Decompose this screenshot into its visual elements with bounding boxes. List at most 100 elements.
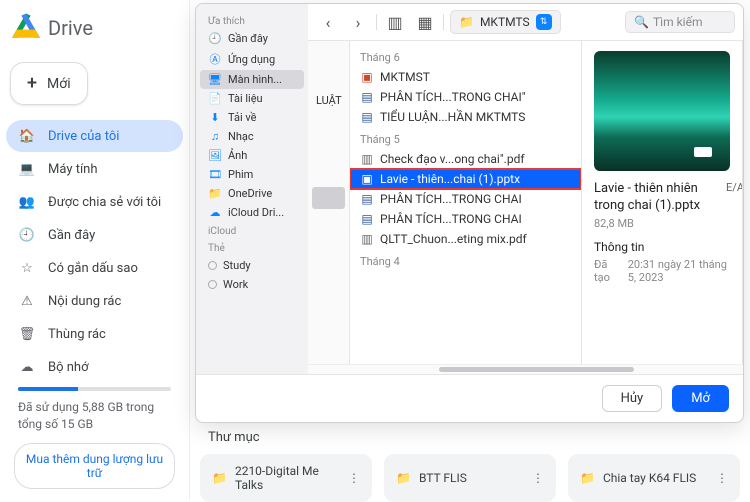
preview-created-value: 20:31 ngày 21 tháng 5, 2023 bbox=[628, 258, 730, 284]
file-name: Check đạo v...ong chai".pdf bbox=[380, 152, 525, 166]
trash-icon: 🗑 bbox=[18, 325, 36, 343]
column-1[interactable]: LUẬT bbox=[308, 41, 350, 364]
dialog-footer: Hủy Mở ↑ bbox=[196, 374, 743, 422]
horizontal-scrollbar[interactable] bbox=[308, 364, 743, 374]
cloud-icon: ☁ bbox=[18, 358, 36, 376]
folder-card[interactable]: 📁 2210-Digital Me Talks ⋮ bbox=[200, 454, 372, 502]
wd-file-icon: ▤ bbox=[360, 90, 374, 104]
sidebar-item-film[interactable]: 🎞Phim bbox=[200, 165, 304, 184]
folder-icon: 📁 bbox=[208, 187, 222, 200]
file-row[interactable]: ▤PHÂN TÍCH...TRONG CHAI bbox=[350, 189, 581, 209]
search-placeholder: Tìm kiếm bbox=[653, 15, 703, 29]
sidebar-item-folder[interactable]: 📁 OneDrive bbox=[200, 184, 304, 203]
nav-item-label: Máy tính bbox=[48, 162, 98, 177]
people-icon: 👥 bbox=[18, 193, 36, 211]
sidebar-item-label: Ảnh bbox=[228, 149, 247, 162]
buy-storage-button[interactable]: Mua thêm dung lượng lưu trữ bbox=[14, 443, 175, 489]
file-row[interactable]: ▥ Check đạo v...ong chai".pdf bbox=[350, 149, 581, 169]
home-icon: 🏠 bbox=[18, 127, 36, 145]
desktop-icon: 🖥 bbox=[208, 73, 222, 86]
folder-name: 2210-Digital Me Talks bbox=[235, 464, 340, 492]
search-icon: 🔍 bbox=[634, 15, 649, 29]
nav-item-people[interactable]: 👥Được chia sẻ với tôi bbox=[6, 186, 183, 218]
file-name: PHÂN TÍCH...TRONG CHAI bbox=[380, 212, 522, 226]
nav-item-label: Có gắn dấu sao bbox=[48, 261, 138, 276]
path-label: MKTMTS bbox=[480, 15, 530, 29]
sidebar-item-desktop[interactable]: 🖥Màn hình... bbox=[200, 70, 304, 89]
nav-item-star[interactable]: ☆ Có gắn dấu sao bbox=[6, 252, 183, 284]
folder-icon: 📁 bbox=[580, 471, 595, 485]
file-row[interactable]: ▥QLTT_Chuon...eting mix.pdf bbox=[350, 229, 581, 249]
file-row[interactable]: ▤TIỂU LUẬN...HẦN MKTMTS bbox=[350, 107, 581, 127]
nav-item-label: Drive của tôi bbox=[48, 129, 119, 144]
devices-icon: 💻 bbox=[18, 160, 36, 178]
nav-item-trash[interactable]: 🗑Thùng rác bbox=[6, 318, 183, 350]
column-2-files[interactable]: Tháng 6 ▣ MKTMST ▤ PHÂN TÍCH...TRONG CHAI" ▤T… bbox=[350, 41, 582, 364]
drive-sidebar: Drive + Mới 🏠Drive của tôi💻Máy tính👥Được… bbox=[0, 0, 190, 500]
doc-icon: 📄 bbox=[208, 92, 222, 105]
nav-forward-button[interactable]: › bbox=[346, 11, 370, 33]
nav-item-devices[interactable]: 💻 Máy tính bbox=[6, 153, 183, 185]
file-group-header: Tháng 6 bbox=[350, 45, 581, 67]
tag-item[interactable]: Study bbox=[200, 256, 304, 275]
nav-back-button[interactable]: ‹ bbox=[316, 11, 340, 33]
file-open-dialog: Ưa thích 🕘Gần đâyⒶỨng dụng🖥Màn hình...📄T… bbox=[195, 3, 744, 423]
file-name: QLTT_Chuon...eting mix.pdf bbox=[380, 232, 527, 246]
view-columns-button[interactable]: ▥ bbox=[383, 11, 407, 33]
sidebar-item-clock[interactable]: 🕘Gần đây bbox=[200, 29, 304, 48]
app-icon: Ⓐ bbox=[208, 51, 222, 67]
folder-icon: 📁 bbox=[212, 471, 227, 485]
file-row[interactable]: ▣Lavie - thiên...chai (1).pptx bbox=[350, 169, 581, 189]
sidebar-item-download[interactable]: ⬇Tải về bbox=[200, 108, 304, 127]
folder-menu-button[interactable]: ⋮ bbox=[532, 471, 544, 485]
search-input[interactable]: 🔍 Tìm kiếm bbox=[625, 11, 735, 33]
file-group-header: Tháng 4 bbox=[350, 249, 581, 271]
file-name: TIỂU LUẬN...HẦN MKTMTS bbox=[380, 110, 525, 124]
sidebar-item-music[interactable]: ♫Nhạc bbox=[200, 127, 304, 146]
nav-item-label: Bộ nhớ bbox=[48, 360, 89, 375]
preview-title: Lavie - thiên nhiên trong chai (1).pptx bbox=[594, 181, 730, 215]
ppt-file-icon: ▣ bbox=[360, 70, 374, 84]
nav-item-cloud[interactable]: ☁ Bộ nhớ bbox=[6, 351, 183, 383]
path-selector[interactable]: 📁 MKTMTS ⇅ bbox=[450, 10, 561, 34]
spam-icon: ⚠ bbox=[18, 292, 36, 310]
preview-info-header: Thông tin bbox=[594, 240, 730, 254]
file-row[interactable]: ▤PHÂN TÍCH...TRONG CHAI bbox=[350, 209, 581, 229]
clock-icon: 🕘 bbox=[208, 32, 222, 45]
sidebar-item-icloud[interactable]: ☁iCloud Dri... bbox=[200, 203, 304, 222]
nav-item-home[interactable]: 🏠 Drive của tôi bbox=[6, 120, 183, 152]
folder-card[interactable]: 📁Chia tay K64 FLIS⋮ bbox=[568, 454, 740, 502]
file-row[interactable]: ▣ MKTMST bbox=[350, 67, 581, 87]
sidebar-item-app[interactable]: ⒶỨng dụng bbox=[200, 48, 304, 70]
view-grid-button[interactable]: ▦ bbox=[413, 11, 437, 33]
sidebar-item-doc[interactable]: 📄 Tài liệu bbox=[200, 89, 304, 108]
nav-item-label: Nội dung rác bbox=[48, 294, 121, 309]
drive-logo-icon bbox=[12, 12, 40, 44]
tags-header: Thẻ bbox=[200, 239, 304, 256]
file-name: PHÂN TÍCH...TRONG CHAI" bbox=[380, 90, 526, 104]
sidebar-item-label: Tài liệu bbox=[228, 92, 263, 105]
cancel-button[interactable]: Hủy bbox=[602, 385, 663, 412]
open-button[interactable]: Mở bbox=[672, 385, 729, 412]
preview-created-label: Đã tạo bbox=[594, 258, 618, 284]
tag-item[interactable]: Work bbox=[200, 275, 304, 294]
new-button[interactable]: + Mới bbox=[10, 62, 88, 105]
file-name: MKTMST bbox=[380, 70, 430, 84]
star-icon: ☆ bbox=[18, 259, 36, 277]
folder-card[interactable]: 📁BTT FLIS⋮ bbox=[384, 454, 556, 502]
nav-item-spam[interactable]: ⚠ Nội dung rác bbox=[6, 285, 183, 317]
nav-item-clock[interactable]: 🕘Gần đây bbox=[6, 219, 183, 251]
sidebar-item-label: OneDrive bbox=[228, 187, 272, 200]
path-updown-icon: ⇅ bbox=[536, 14, 552, 30]
sidebar-item-label: Nhạc bbox=[228, 130, 254, 143]
image-icon: 🖼 bbox=[208, 149, 222, 162]
nav-item-label: Gần đây bbox=[48, 228, 95, 243]
folder-menu-button[interactable]: ⋮ bbox=[716, 471, 728, 485]
file-row[interactable]: ▤ PHÂN TÍCH...TRONG CHAI" bbox=[350, 87, 581, 107]
pdf-file-icon: ▥ bbox=[360, 152, 374, 166]
sidebar-item-image[interactable]: 🖼 Ảnh bbox=[200, 146, 304, 165]
ppt-file-icon: ▣ bbox=[360, 172, 374, 186]
new-button-label: Mới bbox=[47, 76, 71, 92]
folder-menu-button[interactable]: ⋮ bbox=[348, 471, 360, 485]
sidebar-item-label: iCloud Dri... bbox=[228, 206, 284, 219]
